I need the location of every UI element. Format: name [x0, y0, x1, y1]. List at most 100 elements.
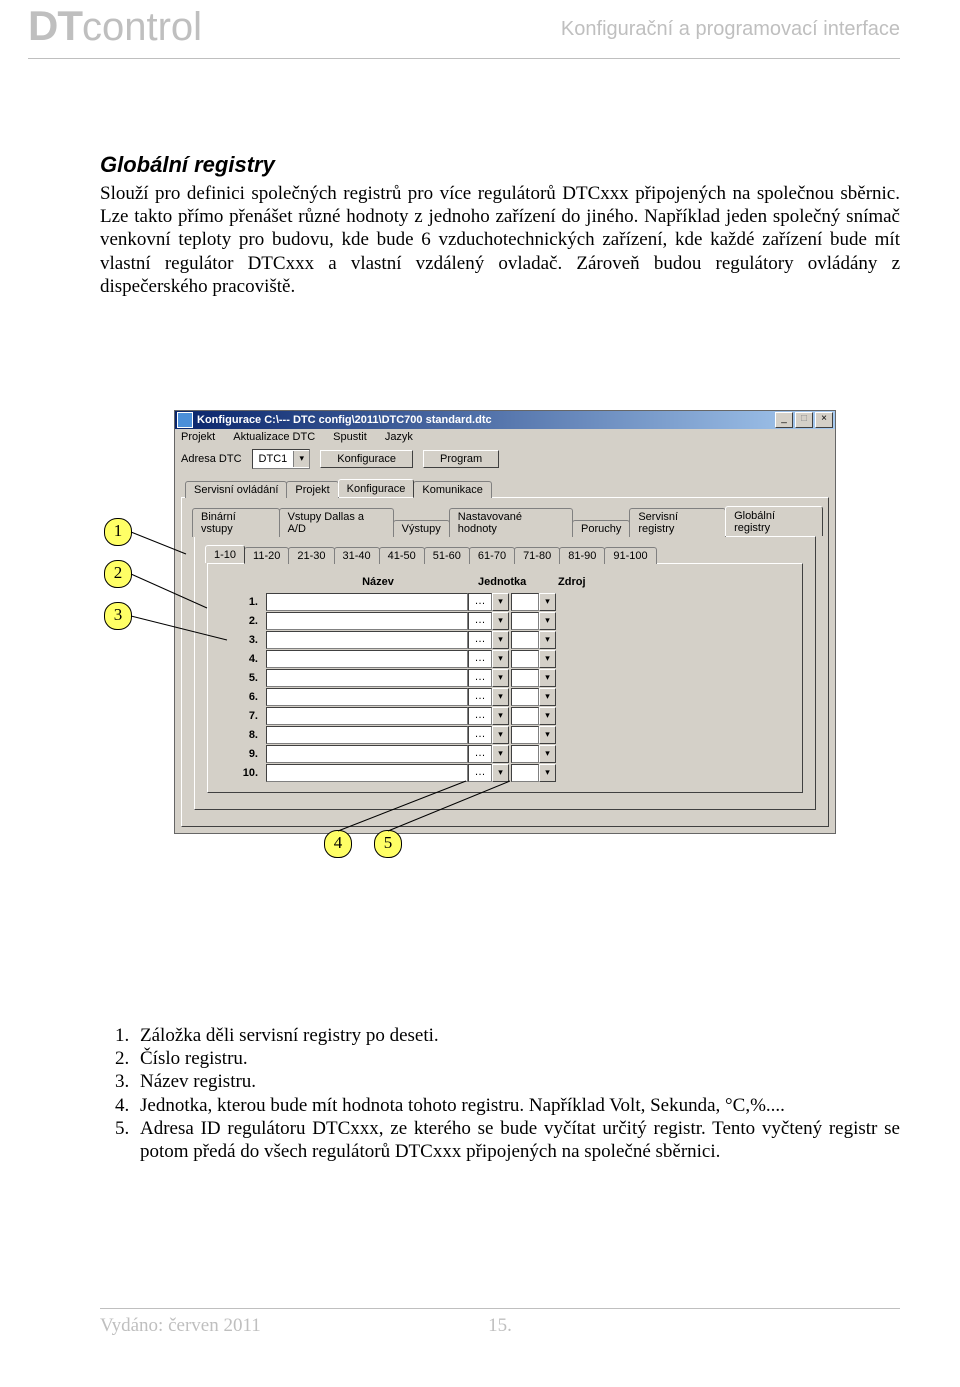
row-number: 7. [228, 710, 266, 722]
name-input[interactable] [266, 726, 468, 744]
source-dropdown-button[interactable]: ▾ [539, 669, 556, 687]
unit-cell-group: …▾ [468, 669, 511, 687]
konfigurace-button[interactable]: Konfigurace [320, 450, 413, 468]
tab-range-91-100[interactable]: 91-100 [604, 547, 656, 564]
source-dropdown-button[interactable]: ▾ [539, 745, 556, 763]
unit-dropdown-button[interactable]: ▾ [492, 764, 509, 782]
name-input[interactable] [266, 669, 468, 687]
menu-projekt[interactable]: Projekt [181, 431, 215, 443]
table-row: 8.…▾▾ [228, 725, 796, 744]
callout-4: 4 [324, 830, 352, 858]
menu-aktualizace[interactable]: Aktualizace DTC [233, 431, 315, 443]
col-zdroj: Zdroj [558, 576, 618, 588]
tab-range-1-10[interactable]: 1-10 [205, 545, 245, 563]
footer-rule [100, 1308, 900, 1309]
source-dropdown-button[interactable]: ▾ [539, 688, 556, 706]
callout-3: 3 [104, 602, 132, 630]
name-input[interactable] [266, 631, 468, 649]
name-input[interactable] [266, 707, 468, 725]
unit-dropdown-button[interactable]: ▾ [492, 650, 509, 668]
tab-vstupy-dallas[interactable]: Vstupy Dallas a A/D [279, 508, 394, 537]
tab-range-41-50[interactable]: 41-50 [379, 547, 425, 564]
window-frame: Konfigurace C:\--- DTC config\2011\DTC70… [174, 410, 836, 834]
tab-range-51-60[interactable]: 51-60 [424, 547, 470, 564]
name-input[interactable] [266, 745, 468, 763]
logo-thin: control [82, 5, 202, 49]
tab-range-61-70[interactable]: 61-70 [469, 547, 515, 564]
name-input[interactable] [266, 593, 468, 611]
source-value [511, 650, 539, 668]
source-dropdown-button[interactable]: ▾ [539, 764, 556, 782]
tab-range-11-20[interactable]: 11-20 [244, 547, 289, 564]
tab-nastavovane[interactable]: Nastavované hodnoty [449, 508, 573, 537]
unit-dropdown-button[interactable]: ▾ [492, 669, 509, 687]
tab-binarni-vstupy[interactable]: Binární vstupy [192, 508, 280, 537]
source-cell-group: ▾ [511, 745, 558, 763]
source-dropdown-button[interactable]: ▾ [539, 726, 556, 744]
tab-vystupy[interactable]: Výstupy [393, 520, 450, 537]
tab-konfigurace-sel[interactable]: Konfigurace [338, 479, 415, 497]
unit-dropdown-button[interactable]: ▾ [492, 631, 509, 649]
source-dropdown-button[interactable]: ▾ [539, 707, 556, 725]
callout-2-num: 2 [114, 563, 123, 582]
tab-servisni-registry[interactable]: Servisní registry [629, 508, 726, 537]
tabs-outer: Servisní ovládání Projekt Konfigurace Ko… [175, 473, 835, 497]
minimize-button[interactable]: _ [775, 412, 793, 428]
source-dropdown-button[interactable]: ▾ [539, 650, 556, 668]
source-dropdown-button[interactable]: ▾ [539, 612, 556, 630]
source-cell-group: ▾ [511, 707, 558, 725]
tab-range-31-40[interactable]: 31-40 [334, 547, 380, 564]
callout-2: 2 [104, 560, 132, 588]
source-value [511, 612, 539, 630]
source-dropdown-button[interactable]: ▾ [539, 631, 556, 649]
unit-cell-group: …▾ [468, 726, 511, 744]
table-row: 6.…▾▾ [228, 687, 796, 706]
name-input[interactable] [266, 764, 468, 782]
addr-combo[interactable]: DTC1 ▾ [252, 449, 311, 469]
row-number: 8. [228, 729, 266, 741]
name-input[interactable] [266, 650, 468, 668]
legend-item-4: Jednotka, kterou bude mít hodnota tohoto… [134, 1094, 900, 1117]
legend-item-1: Záložka děli servisní registry po deseti… [134, 1024, 900, 1047]
menu-jazyk[interactable]: Jazyk [385, 431, 413, 443]
close-button[interactable]: × [815, 412, 833, 428]
tab-servisni-ovladani[interactable]: Servisní ovládání [185, 481, 287, 498]
unit-dropdown-button[interactable]: ▾ [492, 688, 509, 706]
unit-dropdown-button[interactable]: ▾ [492, 612, 509, 630]
source-cell-group: ▾ [511, 631, 558, 649]
unit-value: … [468, 707, 492, 725]
unit-dropdown-button[interactable]: ▾ [492, 707, 509, 725]
name-input[interactable] [266, 612, 468, 630]
source-value [511, 726, 539, 744]
menu-spustit[interactable]: Spustit [333, 431, 367, 443]
footer-date: Vydáno: červen 2011 [100, 1315, 261, 1337]
window-title: Konfigurace C:\--- DTC config\2011\DTC70… [197, 414, 492, 426]
row-number: 5. [228, 672, 266, 684]
tab-range-21-30[interactable]: 21-30 [288, 547, 334, 564]
maximize-button[interactable]: □ [795, 412, 813, 428]
source-dropdown-button[interactable]: ▾ [539, 593, 556, 611]
row-number: 6. [228, 691, 266, 703]
callout-5: 5 [374, 830, 402, 858]
tabbody-range: Název Jednotka Zdroj 1.…▾▾2.…▾▾3.…▾▾4.…▾… [207, 563, 803, 793]
tab-komunikace[interactable]: Komunikace [413, 481, 492, 498]
tabbody-middle: 1-10 11-20 21-30 31-40 41-50 51-60 61-70… [194, 536, 816, 810]
callout-1-num: 1 [114, 521, 123, 540]
source-value [511, 593, 539, 611]
legend-item-5: Adresa ID regulátoru DTCxxx, ze kterého … [134, 1117, 900, 1163]
unit-dropdown-button[interactable]: ▾ [492, 745, 509, 763]
unit-dropdown-button[interactable]: ▾ [492, 726, 509, 744]
unit-value: … [468, 669, 492, 687]
page-header: DTcontrol Konfigurační a programovací in… [0, 0, 960, 70]
tab-poruchy[interactable]: Poruchy [572, 520, 630, 537]
tab-range-81-90[interactable]: 81-90 [559, 547, 605, 564]
tab-projekt[interactable]: Projekt [286, 481, 338, 498]
unit-dropdown-button[interactable]: ▾ [492, 593, 509, 611]
unit-cell-group: …▾ [468, 631, 511, 649]
tab-globalni-registry[interactable]: Globální registry [725, 506, 823, 536]
name-input[interactable] [266, 688, 468, 706]
program-button[interactable]: Program [423, 450, 499, 468]
unit-cell-group: …▾ [468, 707, 511, 725]
tab-range-71-80[interactable]: 71-80 [514, 547, 560, 564]
addr-value: DTC1 [253, 453, 294, 465]
